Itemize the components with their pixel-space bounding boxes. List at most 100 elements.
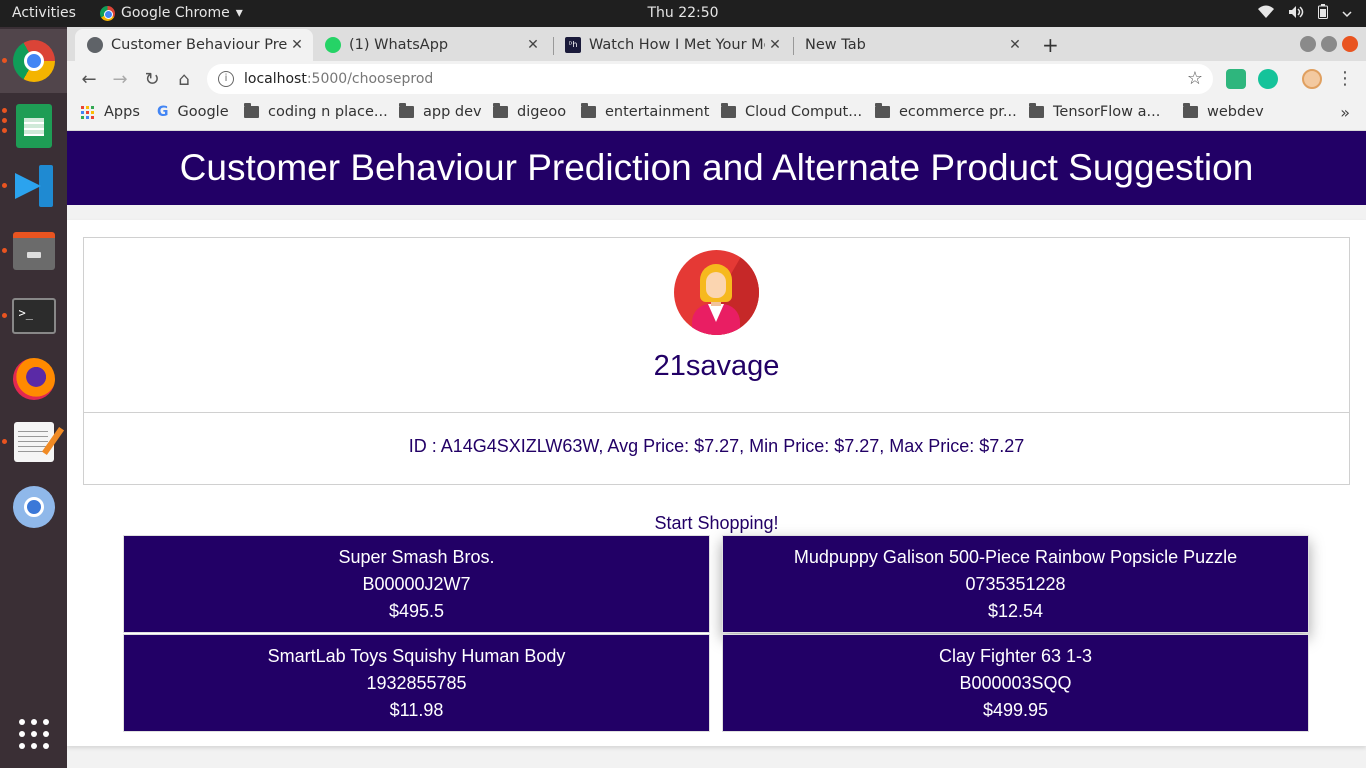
files-icon xyxy=(12,232,55,270)
dock-files[interactable] xyxy=(0,219,67,283)
profile-card: 21savage ID : A14G4SXIZLW63W, Avg Price:… xyxy=(83,237,1350,485)
product-card[interactable]: Clay Fighter 63 1-3 B000003SQQ $499.95 xyxy=(722,634,1309,732)
bookmark-apps[interactable]: Apps xyxy=(81,104,140,120)
app-menu[interactable]: Google Chrome ▾ xyxy=(100,5,243,21)
dock-firefox[interactable] xyxy=(0,347,67,411)
bookmarks-bar: Apps G Google coding n place... app dev … xyxy=(67,97,1366,131)
firefox-icon xyxy=(12,358,55,400)
product-card[interactable]: Super Smash Bros. B00000J2W7 $495.5 xyxy=(123,535,710,633)
vscode-icon xyxy=(13,165,55,207)
google-icon: G xyxy=(157,104,169,120)
bookmark-label: TensorFlow a... xyxy=(1053,104,1161,120)
dock-chrome[interactable] xyxy=(0,29,67,93)
close-window-button[interactable] xyxy=(1342,36,1358,52)
apps-grid-icon xyxy=(18,719,49,749)
main-content: 21savage ID : A14G4SXIZLW63W, Avg Price:… xyxy=(67,220,1366,746)
url-path: :5000/chooseprod xyxy=(306,71,434,87)
address-bar[interactable]: i localhost :5000/chooseprod ☆ xyxy=(207,64,1213,94)
globe-icon xyxy=(87,37,103,53)
dock-text-editor[interactable] xyxy=(0,410,67,474)
product-name: Mudpuppy Galison 500-Piece Rainbow Popsi… xyxy=(793,547,1238,567)
bookmarks-overflow-button[interactable]: » xyxy=(1340,103,1350,122)
profile-header: 21savage xyxy=(84,238,1349,413)
close-icon[interactable]: ✕ xyxy=(523,37,543,53)
bookmark-label: Google xyxy=(177,104,229,120)
avatar xyxy=(674,250,759,335)
bookmark-folder-ecommerce[interactable]: ecommerce pr... xyxy=(875,103,1017,120)
ubuntu-dock: >_ xyxy=(0,27,67,768)
tab-active[interactable]: Customer Behaviour Prediction and Altern… xyxy=(75,29,313,61)
bookmark-folder-digeoo[interactable]: digeoo xyxy=(493,103,567,120)
tab-title: (1) WhatsApp xyxy=(349,37,449,53)
running-indicator xyxy=(2,118,7,123)
product-price: $11.98 xyxy=(389,700,444,720)
chrome-icon xyxy=(100,5,115,21)
menu-icon[interactable]: ⋮ xyxy=(1336,69,1354,89)
home-button[interactable]: ⌂ xyxy=(171,66,197,92)
running-indicator xyxy=(2,248,7,253)
folder-icon xyxy=(399,103,414,118)
tab-title: New Tab xyxy=(805,37,866,53)
tab-title: Customer Behaviour Prediction and Altern… xyxy=(111,37,287,53)
browser-toolbar: ← → ↻ ⌂ i localhost :5000/chooseprod ☆ ⋮ xyxy=(67,61,1366,97)
show-applications-button[interactable] xyxy=(0,702,67,766)
running-indicator xyxy=(2,439,7,444)
product-id: B000003SQQ xyxy=(959,673,1072,693)
tab-new-tab[interactable]: New Tab ✕ xyxy=(793,29,1031,61)
chevron-down-icon: ▾ xyxy=(235,5,243,21)
bookmark-label: entertainment xyxy=(605,104,710,120)
running-indicator xyxy=(2,183,7,188)
extension-icon[interactable] xyxy=(1226,69,1246,89)
info-icon[interactable]: i xyxy=(218,71,234,87)
close-icon[interactable]: ✕ xyxy=(287,37,307,53)
maximize-button[interactable] xyxy=(1321,36,1337,52)
activities-button[interactable]: Activities xyxy=(12,5,76,21)
bookmark-label: ecommerce pr... xyxy=(899,104,1017,120)
tab-title: Watch How I Met Your Mother xyxy=(589,37,765,53)
product-name: Super Smash Bros. xyxy=(338,547,495,567)
folder-icon xyxy=(1029,103,1044,118)
dock-chromium[interactable] xyxy=(0,475,67,539)
bookmark-label: digeoo xyxy=(517,104,567,120)
dock-vscode[interactable] xyxy=(0,154,67,218)
app-menu-label: Google Chrome xyxy=(121,5,230,21)
tab-strip: Customer Behaviour Prediction and Altern… xyxy=(67,27,1366,61)
product-card[interactable]: Mudpuppy Galison 500-Piece Rainbow Popsi… xyxy=(722,535,1309,633)
bookmark-folder-app-dev[interactable]: app dev xyxy=(399,103,482,120)
terminal-icon: >_ xyxy=(11,298,56,334)
page-title: Customer Behaviour Prediction and Altern… xyxy=(67,131,1366,205)
product-id: 0735351228 xyxy=(965,574,1066,594)
system-tray[interactable] xyxy=(1258,4,1352,23)
minimize-button[interactable] xyxy=(1300,36,1316,52)
bookmark-label: Cloud Comput... xyxy=(745,104,863,120)
forward-button[interactable]: → xyxy=(107,66,133,92)
tab-himym[interactable]: ᴰh Watch How I Met Your Mother ✕ xyxy=(553,29,791,61)
product-card[interactable]: SmartLab Toys Squishy Human Body 1932855… xyxy=(123,634,710,732)
bookmark-google[interactable]: G Google xyxy=(157,104,229,120)
close-icon[interactable]: ✕ xyxy=(1005,37,1025,53)
bookmark-star-icon[interactable]: ☆ xyxy=(1187,68,1203,89)
grammarly-icon[interactable] xyxy=(1258,69,1278,89)
back-button[interactable]: ← xyxy=(76,66,102,92)
whatsapp-icon xyxy=(325,37,341,53)
bookmark-folder-tensorflow[interactable]: TensorFlow a... xyxy=(1029,103,1161,120)
new-tab-button[interactable]: + xyxy=(1042,33,1059,57)
profile-avatar-icon[interactable] xyxy=(1302,69,1322,89)
start-shopping-heading: Start Shopping! xyxy=(654,513,779,533)
system-top-bar: Activities Google Chrome ▾ Thu 22:50 xyxy=(0,0,1366,27)
bookmark-label: webdev xyxy=(1207,104,1264,120)
dock-spreadsheet[interactable] xyxy=(0,94,67,158)
bookmark-folder-cloud[interactable]: Cloud Comput... xyxy=(721,103,863,120)
bookmark-folder-entertainment[interactable]: entertainment xyxy=(581,103,710,120)
bookmark-folder-coding[interactable]: coding n place... xyxy=(244,103,388,120)
folder-icon xyxy=(721,103,736,118)
volume-icon xyxy=(1288,5,1304,23)
close-icon[interactable]: ✕ xyxy=(765,37,785,53)
bookmark-folder-webdev[interactable]: webdev xyxy=(1183,103,1264,120)
product-id: 1932855785 xyxy=(366,673,467,693)
dock-terminal[interactable]: >_ xyxy=(0,284,67,348)
reload-button[interactable]: ↻ xyxy=(139,66,165,92)
folder-icon xyxy=(875,103,890,118)
battery-icon xyxy=(1318,4,1328,23)
tab-whatsapp[interactable]: (1) WhatsApp ✕ xyxy=(313,29,549,61)
